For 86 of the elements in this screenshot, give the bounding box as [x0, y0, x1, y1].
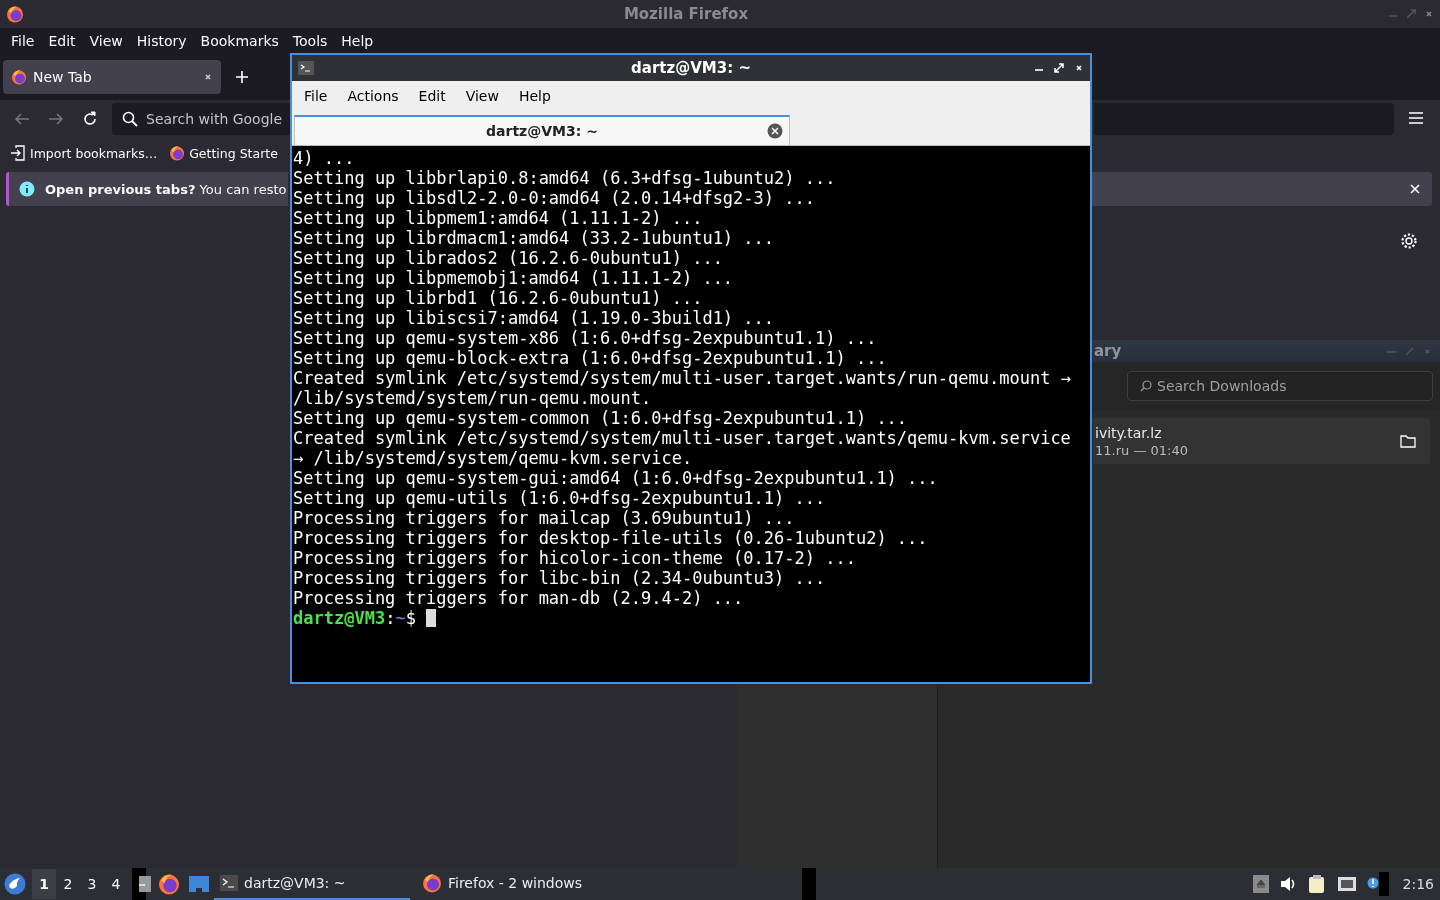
terminal-line: Processing triggers for mailcap (3.69ubuntu1) ... [293, 508, 796, 528]
workspace-button[interactable]: 3 [80, 869, 104, 899]
window-title: ary [1094, 342, 1122, 360]
menu-item[interactable]: Tools [285, 33, 335, 49]
search-field[interactable]: Search Downloads [1127, 371, 1433, 401]
terminal-line: Created symlink /etc/systemd/system/multi-user.target.wants/run-qemu.mount → [293, 368, 1072, 388]
clipboard-icon[interactable] [1306, 874, 1327, 894]
workspace-button[interactable]: 2 [56, 869, 80, 899]
volume-icon[interactable] [1278, 876, 1297, 892]
start-menu-icon[interactable] [4, 873, 26, 895]
terminal-line: Setting up libpmem1:amd64 (1.11.1-2) ... [293, 208, 704, 228]
terminal-line: Processing triggers for libc-bin (2.34-0ubuntu3) ... [293, 568, 827, 588]
bookmark-item[interactable]: Import bookmarks… [10, 145, 158, 161]
reload-icon[interactable] [82, 111, 98, 127]
close-icon[interactable] [1074, 63, 1084, 73]
menu-item[interactable]: History [129, 33, 194, 49]
download-item[interactable]: ivity.tar.lz 11.ru — 01:40 [1093, 418, 1430, 464]
close-icon[interactable] [203, 72, 213, 82]
terminal-line: Setting up librdmacm1:amd64 (33.2-1ubuntu1) ... [293, 228, 776, 248]
terminal-line: /lib/systemd/system/run-qemu.mount. [293, 388, 653, 408]
file-manager-icon[interactable] [138, 875, 152, 893]
terminal-tab[interactable]: dartz@VM3: ~ [294, 115, 790, 145]
close-icon[interactable] [1408, 182, 1422, 196]
import-icon [10, 145, 26, 161]
terminal-line: Setting up qemu-utils (1:6.0+dfsg-2expubuntu1.1) ... [293, 488, 827, 508]
terminal-line: Setting up qemu-system-x86 (1:6.0+dfsg-2expubuntu1.1) ... [293, 328, 878, 348]
menu-item[interactable]: Help [510, 88, 559, 104]
terminal-line: Setting up librados2 (16.2.6-0ubuntu1) ... [293, 248, 724, 268]
firefox-icon [169, 145, 186, 161]
terminal-line: Processing triggers for hicolor-icon-theme (0.17-2) ... [293, 548, 857, 568]
info-icon [19, 181, 35, 197]
terminal-line: Setting up libiscsi7:amd64 (1.19.0-3build1) ... [293, 308, 776, 328]
menu-item[interactable]: Help [334, 33, 381, 49]
firefox-icon [158, 873, 180, 895]
menu-item[interactable]: Edit [410, 88, 454, 104]
terminal-icon [220, 875, 238, 891]
folder-icon[interactable] [1400, 434, 1416, 448]
menu-item[interactable]: Edit [41, 33, 83, 49]
url-field[interactable]: Search with Google [112, 103, 292, 135]
menu-item[interactable]: File [4, 33, 42, 49]
terminal-line: Setting up libpmemobj1:amd64 (1.11.1-2) ... [293, 268, 735, 288]
workspace-button[interactable]: 1 [32, 869, 56, 899]
bookmark-item[interactable]: Getting Starte [169, 145, 278, 161]
eject-icon[interactable] [1252, 875, 1269, 893]
terminal-line: Setting up qemu-system-common (1:6.0+dfsg-2expubuntu1.1) ... [293, 408, 909, 428]
window-title: Mozilla Firefox [622, 5, 750, 23]
workspace-button[interactable]: 4 [104, 869, 128, 899]
firefox-icon [6, 5, 24, 23]
terminal-line: Setting up qemu-block-extra (1:6.0+dfsg-2expubuntu1.1) ... [293, 348, 888, 368]
window-title: dartz@VM3: ~ [630, 59, 752, 77]
desktop-icon[interactable] [188, 875, 210, 893]
terminal-line: Processing triggers for man-db (2.9.4-2) ... [293, 588, 745, 608]
menu-item[interactable]: Bookmarks [193, 33, 286, 49]
shell-prompt: dartz@VM3:~$ [293, 608, 416, 628]
plus-icon[interactable] [235, 70, 249, 84]
browser-tab[interactable]: New Tab [3, 60, 221, 94]
terminal-line: Setting up libbrlapi0.8:amd64 (6.3+dfsg-1ubuntu2) ... [293, 168, 837, 188]
terminal-line: Created symlink /etc/systemd/system/multi-user.target.wants/qemu-kvm.service [293, 428, 1072, 448]
text-cursor [426, 609, 437, 627]
terminal-line: 4) ... [293, 148, 356, 168]
firefox-icon [422, 873, 442, 893]
terminal-icon [298, 61, 314, 75]
menu-item[interactable]: View [457, 88, 507, 104]
task-button[interactable]: dartz@VM3: ~ [214, 868, 410, 900]
clock: 2:16 [1402, 876, 1434, 892]
menu-icon[interactable] [1408, 111, 1424, 125]
notification-text: Open previous tabs? You can resto [45, 181, 287, 197]
back-icon[interactable] [14, 111, 30, 127]
settings-icon[interactable] [1400, 232, 1418, 250]
search-icon [122, 111, 138, 127]
redaction-bar [802, 868, 816, 900]
redaction-bar [1378, 872, 1389, 896]
close-icon[interactable] [767, 123, 783, 139]
menu-item[interactable]: View [82, 33, 130, 49]
firefox-icon [11, 69, 27, 85]
search-icon [1140, 380, 1152, 392]
network-icon[interactable] [1336, 876, 1357, 892]
forward-icon[interactable] [48, 111, 64, 127]
terminal-line: → /lib/systemd/system/qemu-kvm.service. [293, 448, 694, 468]
terminal-line: Processing triggers for desktop-file-utils (0.26-1ubuntu2) ... [293, 528, 929, 548]
task-button[interactable]: Firefox - 2 windows [416, 868, 612, 900]
terminal-line: Setting up libsdl2-2.0-0:amd64 (2.0.14+dfsg2-3) ... [293, 188, 816, 208]
menu-item[interactable]: Actions [339, 88, 407, 104]
menu-item[interactable]: File [296, 88, 336, 104]
terminal-line: Setting up librbd1 (16.2.6-0ubuntu1) ... [293, 288, 704, 308]
terminal-line: Setting up qemu-system-gui:amd64 (1:6.0+dfsg-2expubuntu1.1) ... [293, 468, 939, 488]
